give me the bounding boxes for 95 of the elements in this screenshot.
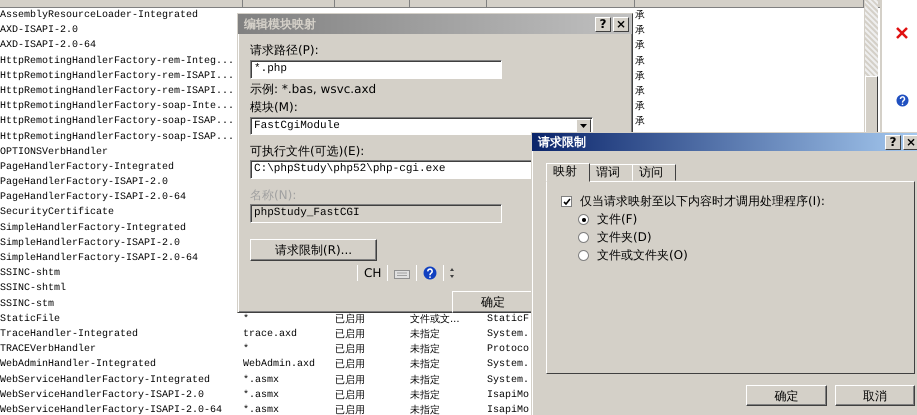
radio-button[interactable] (578, 232, 589, 243)
handler-name: HttpRemotingHandlerFactory-rem-ISAPI... (0, 70, 234, 82)
handler-name: TraceHandler-Integrated (0, 328, 138, 340)
close-button[interactable]: × (613, 16, 629, 32)
handler-name: WebServiceHandlerFactory-ISAPI-2.0 (0, 390, 204, 401)
state-cell: 已启用 (335, 390, 365, 401)
handler-cell: System. (487, 374, 530, 386)
input-field[interactable]: *.php (250, 60, 502, 79)
tab[interactable]: 映射 (546, 163, 590, 182)
radio-label: 文件或文件夹(O) (597, 248, 688, 263)
table-cell: 承 (635, 86, 645, 97)
handler-name: PageHandlerFactory-Integrated (0, 162, 174, 173)
handler-name: SimpleHandlerFactory-ISAPI-2.0 (0, 238, 180, 249)
state-cell: 已启用 (335, 359, 365, 370)
ok-button[interactable]: 确定 (746, 385, 826, 406)
handler-name: HttpRemotingHandlerFactory-soap-Inte... (0, 101, 234, 112)
help-icon[interactable] (896, 94, 909, 107)
checkbox-label: 仅当请求映射至以下内容时才调用处理程序(I): (580, 194, 825, 209)
dialog-title: 编辑模块映射 (244, 16, 317, 33)
handler-cell: IsapiMo (487, 404, 530, 415)
help-button[interactable]: ? (595, 16, 611, 32)
path-type-cell: 未指定 (410, 359, 440, 370)
table-cell: 承 (635, 56, 645, 67)
dialog-title: 请求限制 (538, 134, 587, 151)
table-cell: 承 (635, 70, 645, 82)
handler-name: SimpleHandlerFactory-ISAPI-2.0-64 (0, 253, 198, 264)
delete-icon[interactable] (896, 27, 908, 39)
state-cell: 已启用 (335, 374, 365, 386)
handler-cell: System. (487, 359, 530, 370)
handler-name: HttpRemotingHandlerFactory-rem-Integ... (0, 56, 234, 67)
help-button[interactable]: ? (885, 134, 901, 150)
field-label: 可执行文件(可选)(E): (250, 144, 364, 159)
table-cell: 承 (635, 116, 645, 128)
handler-name: SSINC-stm (0, 298, 54, 310)
path-type-cell: 未指定 (410, 374, 440, 386)
path-cell: *.asmx (243, 404, 280, 415)
handler-name: WebServiceHandlerFactory-ISAPI-2.0-64 (0, 404, 222, 415)
hint-text: 示例: *.bas, wsvc.axd (250, 82, 376, 97)
options-icon[interactable] (450, 268, 454, 278)
handler-name: OPTIONSVerbHandler (0, 146, 108, 158)
state-cell: 已启用 (335, 328, 365, 340)
handler-cell: System. (487, 328, 530, 340)
scrollbar[interactable] (864, 0, 878, 133)
radio-label: 文件(F) (597, 212, 638, 227)
handler-name: HttpRemotingHandlerFactory-soap-ISAP... (0, 132, 234, 142)
radio-button[interactable] (578, 214, 589, 225)
close-button[interactable]: × (903, 134, 917, 150)
path-cell: trace.axd (243, 328, 298, 340)
handler-name: WebServiceHandlerFactory-Integrated (0, 374, 210, 386)
radio-label: 文件夹(D) (597, 230, 652, 245)
state-cell: 已启用 (335, 404, 365, 415)
tab[interactable]: 访问 (632, 164, 676, 181)
path-cell: * (243, 314, 250, 325)
cancel-button[interactable]: 取消 (834, 385, 915, 406)
handler-name: PageHandlerFactory-ISAPI-2.0 (0, 177, 168, 188)
help-icon[interactable] (423, 266, 438, 280)
table-cell: 承 (635, 25, 645, 36)
table-cell: 承 (635, 10, 645, 21)
path-type-cell: 未指定 (410, 404, 440, 415)
path-cell: * (243, 344, 250, 356)
handler-name: SimpleHandlerFactory-Integrated (0, 222, 186, 234)
handler-name: SSINC-shtml (0, 283, 66, 294)
table-cell: 承 (635, 101, 645, 112)
handler-name: AssemblyResourceLoader-Integrated (0, 10, 198, 21)
handler-name: StaticFile (0, 314, 60, 325)
path-type-cell: 未指定 (410, 328, 440, 340)
handler-name: WebAdminHandler-Integrated (0, 359, 156, 370)
restrict-button[interactable]: 请求限制(R)... (250, 239, 377, 261)
handler-cell: IsapiMo (487, 390, 530, 401)
state-cell: 已启用 (335, 314, 365, 325)
handler-name: SSINC-shtm (0, 268, 60, 280)
path-type-cell: 文件或文... (410, 314, 460, 325)
handler-name: SecurityCertificate (0, 207, 114, 218)
path-cell: WebAdmin.axd (243, 359, 316, 370)
state-cell: 已启用 (335, 344, 365, 356)
field-label: 请求路径(P): (250, 43, 319, 58)
scroll-thumb[interactable] (865, 76, 878, 133)
radio-button[interactable] (578, 250, 589, 261)
path-type-cell: 未指定 (410, 390, 440, 401)
handler-name: HttpRemotingHandlerFactory-rem-ISAPI... (0, 86, 234, 97)
handler-name: HttpRemotingHandlerFactory-soap-ISAP... (0, 116, 234, 128)
path-cell: *.asmx (243, 374, 280, 386)
path-type-cell: 未指定 (410, 344, 440, 356)
handler-name: TRACEVerbHandler (0, 344, 96, 356)
field-label: 模块(M): (250, 100, 298, 115)
checkbox[interactable] (561, 196, 572, 207)
handler-cell: StaticF (487, 314, 530, 325)
ime-mode[interactable]: CH (364, 266, 382, 280)
table-cell: 承 (635, 40, 645, 52)
module-dropdown[interactable]: FastCgiModule (250, 117, 593, 135)
handler-cell: Protoco (487, 344, 530, 356)
handler-name: AXD-ISAPI-2.0 (0, 25, 78, 36)
handler-name: PageHandlerFactory-ISAPI-2.0-64 (0, 192, 186, 204)
handler-name: AXD-ISAPI-2.0-64 (0, 40, 96, 52)
path-cell: *.asmx (243, 390, 280, 401)
